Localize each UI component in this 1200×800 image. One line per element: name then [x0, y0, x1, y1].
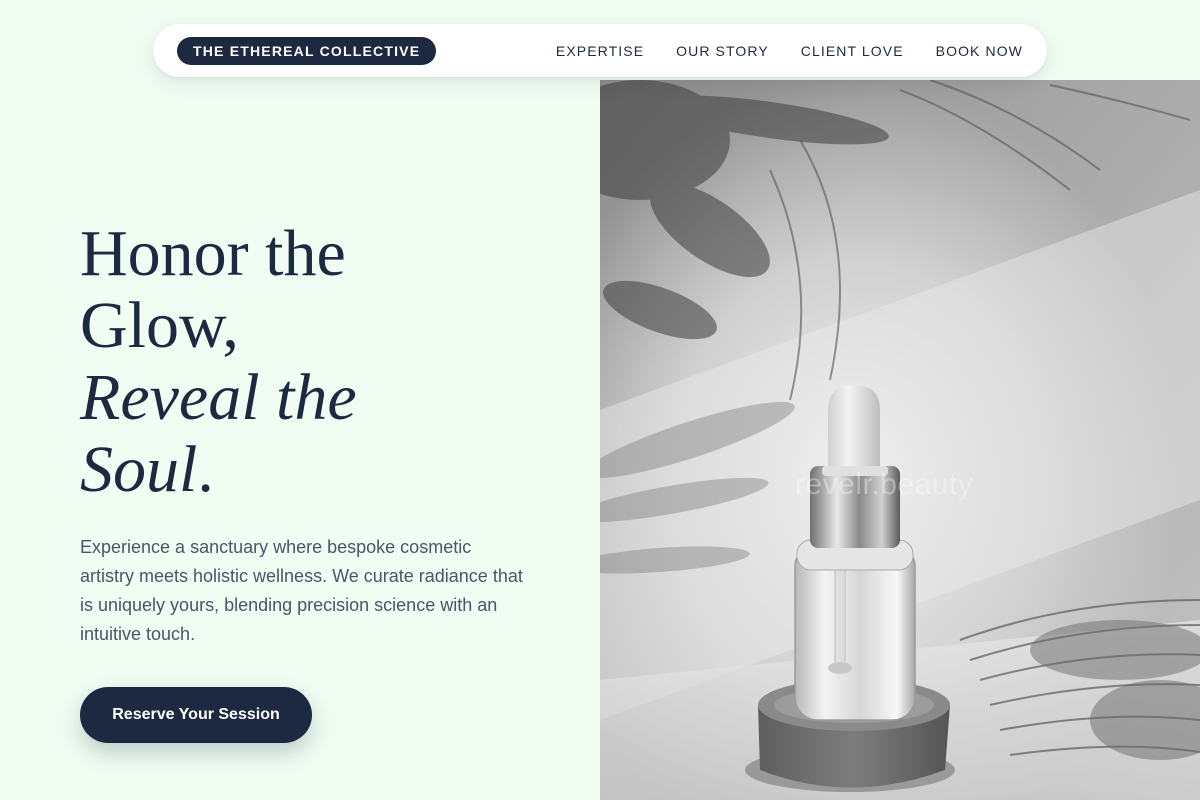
nav-link-expertise[interactable]: EXPERTISE	[556, 43, 644, 59]
hero-headline: Honor the Glow, Reveal the Soul.	[80, 218, 560, 506]
brand-logo[interactable]: THE ETHEREAL COLLECTIVE	[177, 37, 437, 65]
image-watermark: revelr.beauty	[795, 468, 974, 501]
reserve-session-button[interactable]: Reserve Your Session	[80, 687, 312, 743]
top-navigation-bar: THE ETHEREAL COLLECTIVE EXPERTISE OUR ST…	[153, 24, 1047, 77]
hero-product-photo: revelr.beauty	[600, 80, 1200, 800]
headline-period: .	[197, 433, 214, 506]
headline-line-2: Glow,	[80, 289, 239, 362]
nav-link-our-story[interactable]: OUR STORY	[676, 43, 769, 59]
headline-line-1: Honor the	[80, 217, 346, 290]
hero-text: Honor the Glow, Reveal the Soul. Experie…	[80, 218, 560, 649]
nav-link-book-now[interactable]: BOOK NOW	[936, 43, 1023, 59]
headline-line-4: Soul.	[80, 434, 560, 506]
serum-bottle-illustration	[600, 80, 1200, 800]
headline-line-4-word: Soul	[80, 433, 198, 506]
hero-description: Experience a sanctuary where bespoke cos…	[80, 537, 523, 644]
headline-line-3: Reveal the	[80, 361, 357, 434]
main-nav: EXPERTISE OUR STORY CLIENT LOVE BOOK NOW	[556, 24, 1023, 77]
nav-link-client-love[interactable]: CLIENT LOVE	[801, 43, 904, 59]
